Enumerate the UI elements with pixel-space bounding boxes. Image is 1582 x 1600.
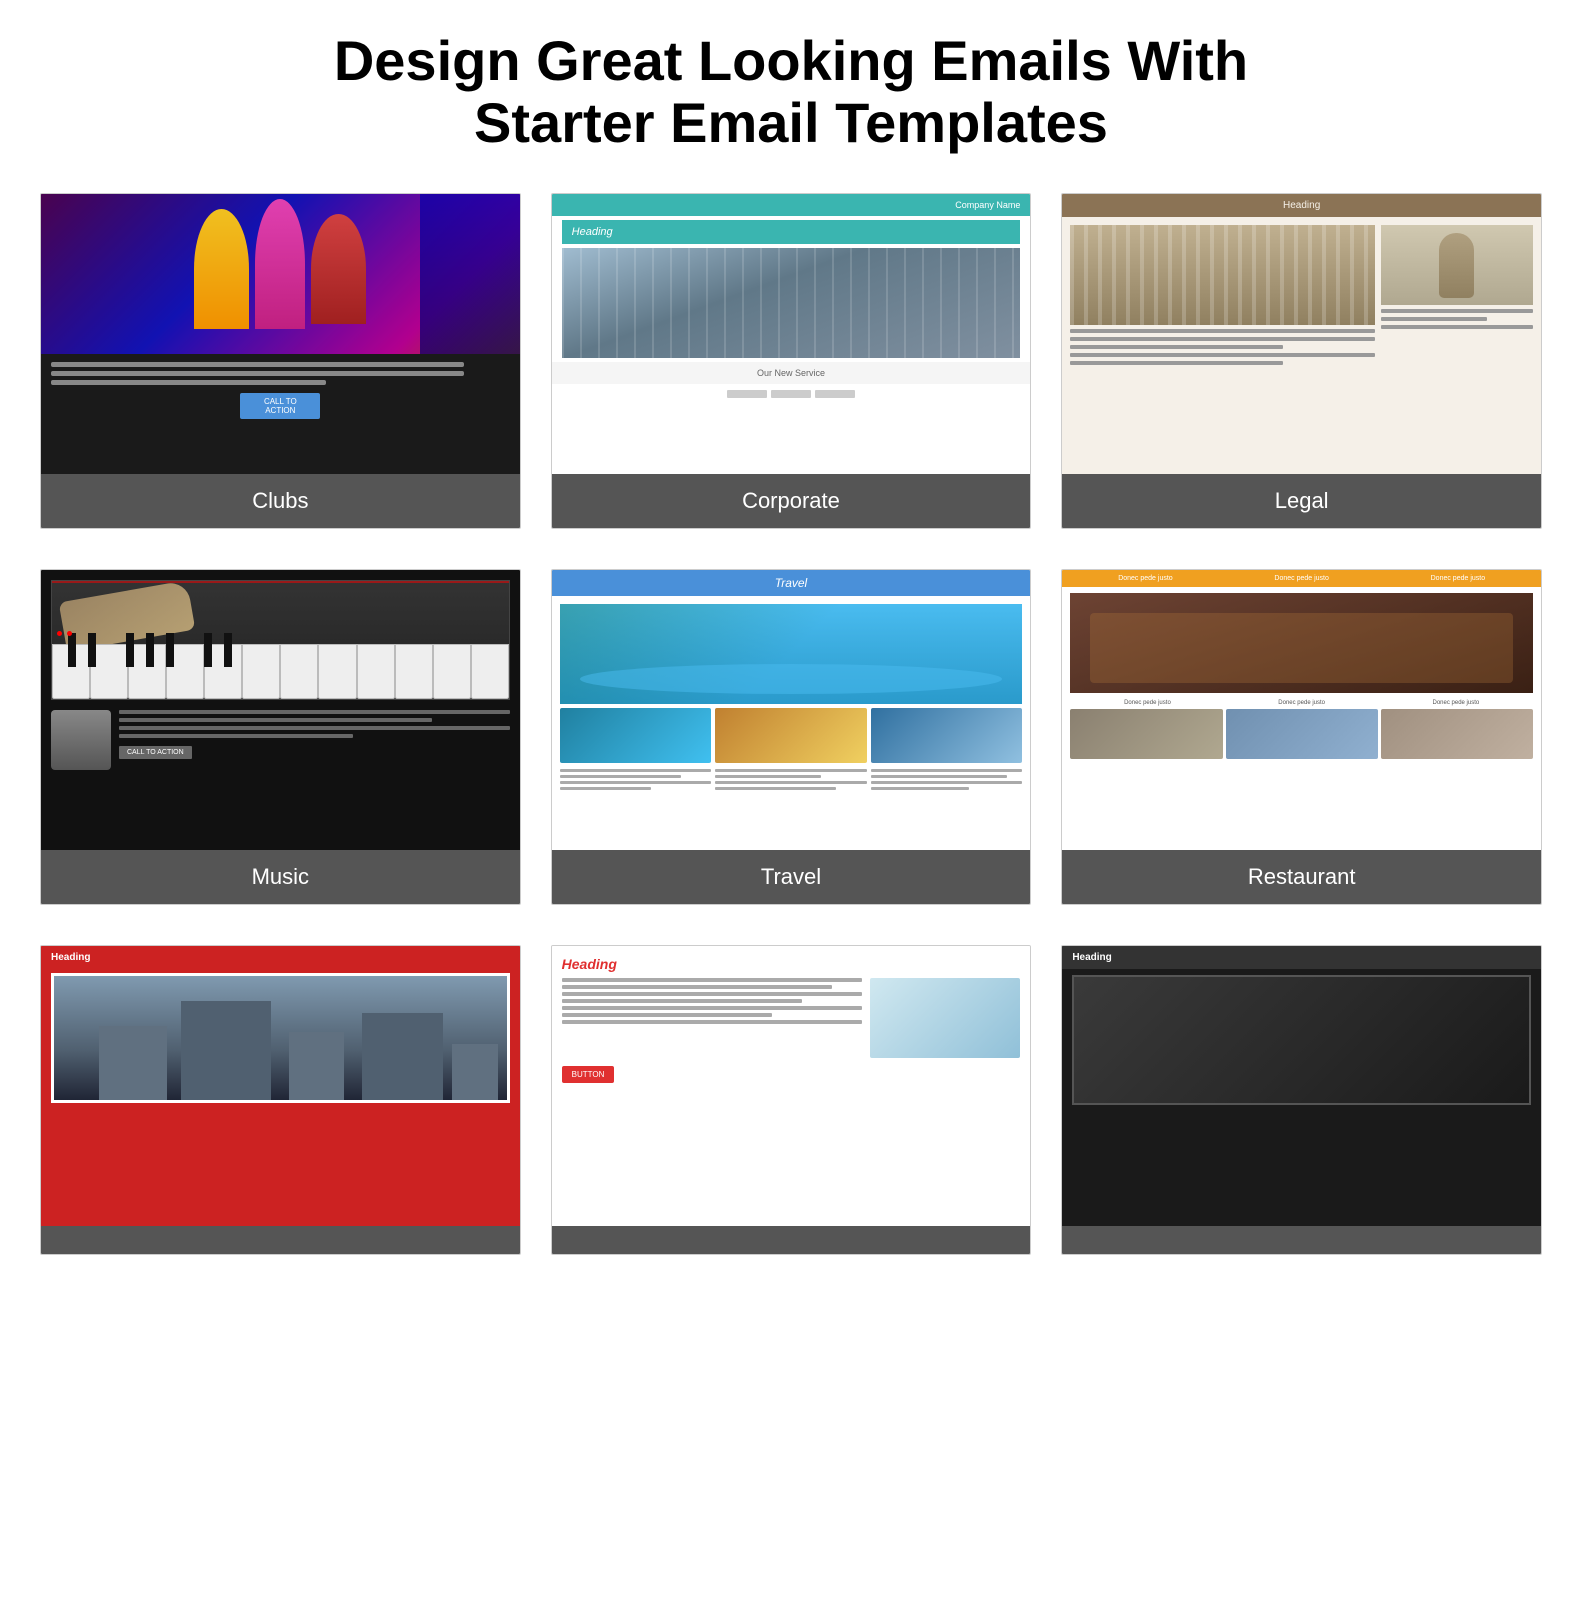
partial-dark-preview: Heading: [1062, 946, 1541, 1226]
legal-label: Legal: [1062, 474, 1541, 528]
travel-thumbnails: [552, 708, 1031, 769]
restaurant-nav: Donec pede justo Donec pede justo Donec …: [1062, 570, 1541, 587]
restaurant-grid: [1062, 709, 1541, 765]
template-card-partial-dark[interactable]: Heading: [1061, 945, 1542, 1255]
partial-white-preview: Heading BUTTON: [552, 946, 1031, 1226]
partial-white-image: [870, 978, 1020, 1058]
template-card-restaurant[interactable]: Donec pede justo Donec pede justo Donec …: [1061, 569, 1542, 905]
corp-heading: Heading: [562, 220, 1021, 244]
partial-red-preview: Heading: [41, 946, 520, 1226]
rest-nav-2: Donec pede justo: [1274, 575, 1328, 582]
legal-columns: [1062, 217, 1541, 474]
travel-text-columns: [552, 769, 1031, 796]
partial-white-heading: Heading: [562, 956, 1021, 972]
travel-pool-image: [560, 604, 1023, 704]
clubs-right-scene: [420, 194, 520, 354]
restaurant-grid-header: Donec pede justo Donec pede justo Donec …: [1062, 697, 1541, 709]
legal-heading: Heading: [1062, 194, 1541, 217]
clubs-preview: CALL TO ACTION: [41, 194, 520, 474]
template-card-legal[interactable]: Heading: [1061, 193, 1542, 529]
partial-red-city-image: [51, 973, 510, 1103]
legal-statue-image: [1381, 225, 1533, 305]
travel-label: Travel: [552, 850, 1031, 904]
rest-nav-3: Donec pede justo: [1431, 575, 1485, 582]
legal-preview: Heading: [1062, 194, 1541, 474]
clubs-hero-image: [41, 194, 520, 354]
travel-preview: Travel: [552, 570, 1031, 850]
clubs-label: Clubs: [41, 474, 520, 528]
partial-red-label: [41, 1226, 520, 1254]
music-cta: CALL TO ACTION: [119, 746, 192, 759]
music-keyboard-image: [51, 580, 510, 700]
restaurant-preview: Donec pede justo Donec pede justo Donec …: [1062, 570, 1541, 850]
template-card-travel[interactable]: Travel: [551, 569, 1032, 905]
partial-white-cta: BUTTON: [562, 1066, 615, 1083]
templates-grid: CALL TO ACTION Clubs Company Name Headin…: [40, 193, 1542, 1255]
music-preview: CALL TO ACTION: [41, 570, 520, 850]
partial-dark-label: [1062, 1226, 1541, 1254]
corporate-preview: Company Name Heading Our New Service: [552, 194, 1031, 474]
restaurant-main-image: [1070, 593, 1533, 693]
travel-header: Travel: [552, 570, 1031, 596]
music-microphone-image: [51, 710, 111, 770]
partial-dark-image: [1072, 975, 1531, 1105]
rest-nav-1: Donec pede justo: [1118, 575, 1172, 582]
music-label: Music: [41, 850, 520, 904]
template-card-music[interactable]: CALL TO ACTION Music: [40, 569, 521, 905]
corp-company-name: Company Name: [552, 194, 1031, 216]
music-bottom-section: CALL TO ACTION: [41, 704, 520, 850]
template-card-partial-red[interactable]: Heading: [40, 945, 521, 1255]
corp-service-label: Our New Service: [552, 362, 1031, 384]
template-card-corporate[interactable]: Company Name Heading Our New Service Cor…: [551, 193, 1032, 529]
template-card-partial-white[interactable]: Heading BUTTON: [551, 945, 1032, 1255]
clubs-text-area: CALL TO ACTION: [41, 354, 520, 474]
partial-red-heading: Heading: [41, 946, 520, 969]
clubs-cta: CALL TO ACTION: [240, 393, 320, 419]
corp-building-image: [562, 248, 1021, 358]
partial-white-label: [552, 1226, 1031, 1254]
legal-building-image: [1070, 225, 1374, 325]
template-card-clubs[interactable]: CALL TO ACTION Clubs: [40, 193, 521, 529]
corporate-label: Corporate: [552, 474, 1031, 528]
partial-dark-heading: Heading: [1062, 946, 1541, 969]
restaurant-label: Restaurant: [1062, 850, 1541, 904]
page-title: Design Great Looking Emails With Starter…: [40, 30, 1542, 153]
